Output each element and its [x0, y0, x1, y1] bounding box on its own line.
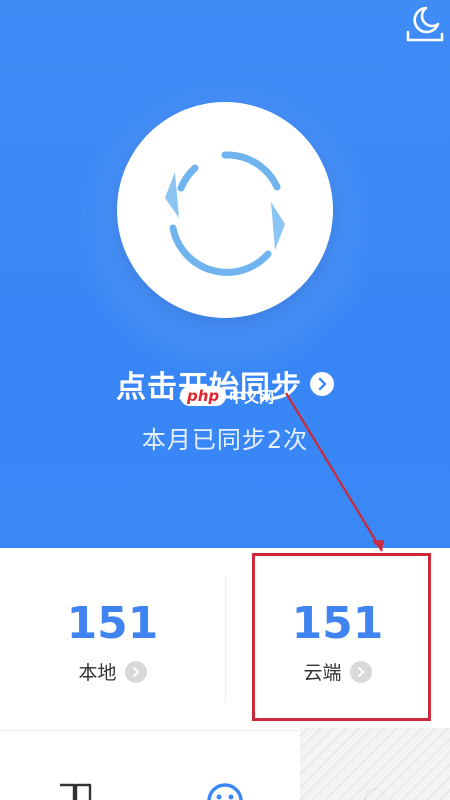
cloud-stat[interactable]: 151 云端 — [225, 548, 450, 730]
sync-icon — [207, 783, 243, 800]
local-label: 本地 — [78, 662, 117, 684]
local-count: 151 — [66, 598, 159, 649]
tab-library[interactable] — [0, 731, 150, 800]
sync-screen: 点击开始同步 本月已同步2次 151 本地 151 云端 — [0, 0, 450, 800]
watermark-text: 中文网 — [229, 387, 275, 406]
chevron-right-circle-icon — [349, 660, 372, 683]
book-icon — [60, 783, 92, 800]
sync-arrows-icon — [165, 151, 285, 276]
local-stat[interactable]: 151 本地 — [0, 548, 225, 730]
site-watermark: php 中文网 — [180, 382, 274, 410]
sync-count-text: 本月已同步2次 — [141, 426, 309, 454]
stats-panel: 151 本地 151 云端 — [0, 548, 450, 730]
chevron-right-circle-icon — [310, 372, 334, 396]
tab-sync[interactable] — [150, 731, 300, 800]
blurred-corner — [300, 728, 450, 800]
local-label-row: 本地 — [0, 658, 225, 685]
cloud-count: 151 — [291, 598, 384, 649]
sync-button[interactable] — [117, 102, 333, 318]
cloud-label-row: 云端 — [225, 658, 450, 685]
watermark-badge: php — [180, 386, 227, 406]
chevron-right-circle-icon — [124, 660, 147, 683]
moon-bed-icon[interactable] — [402, 4, 446, 46]
sync-hero: 点击开始同步 本月已同步2次 — [0, 0, 450, 548]
cloud-label: 云端 — [303, 662, 342, 684]
